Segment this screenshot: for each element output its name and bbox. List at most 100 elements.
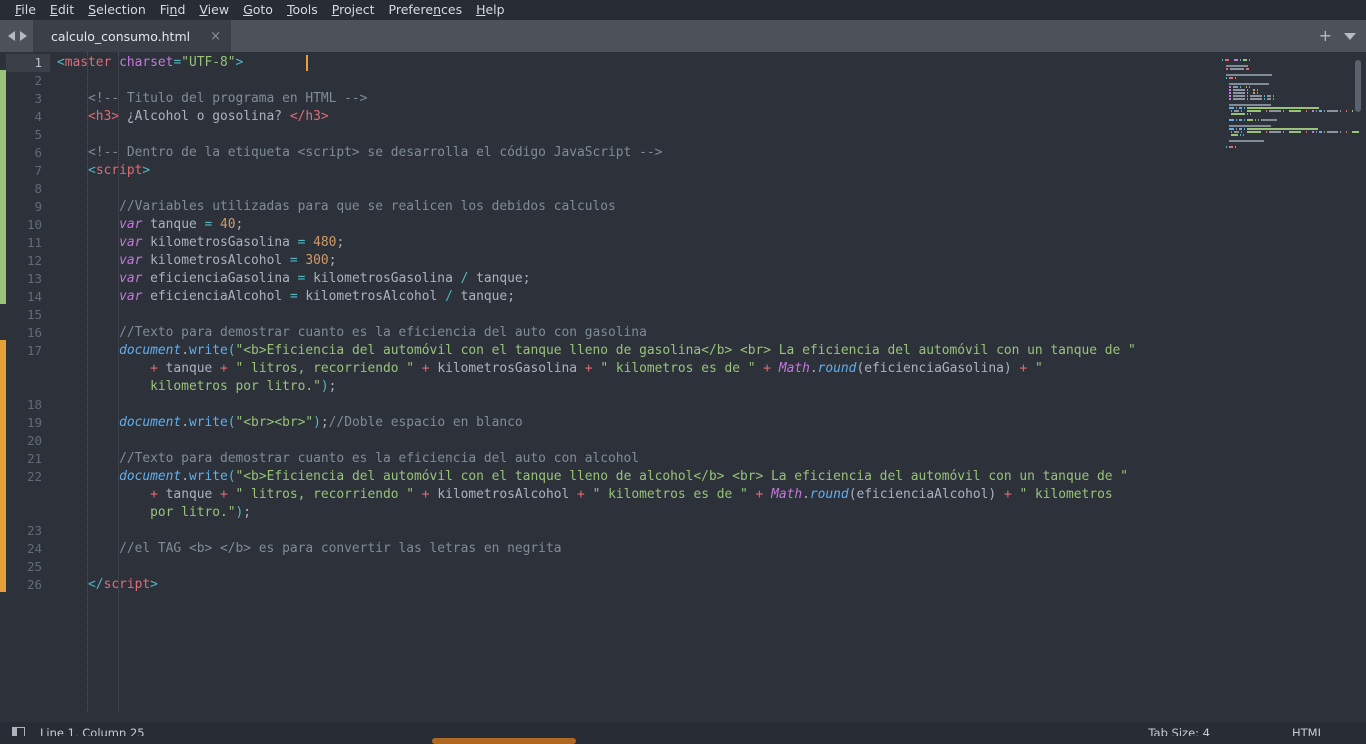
token: </h3> <box>289 109 329 124</box>
code-line[interactable]: var kilometrosAlcohol = 300; <box>50 252 1216 270</box>
token: kilometrosAlcohol <box>429 487 578 502</box>
code-line[interactable]: <h3> ¿Alcohol o gosolina? </h3> <box>50 108 1216 126</box>
token: var <box>119 253 143 268</box>
menu-item-help[interactable]: Help <box>469 0 512 20</box>
tab-navigation <box>0 20 33 52</box>
code-line[interactable]: var tanque = 40; <box>50 216 1216 234</box>
code-line[interactable]: document.write("<br><br>");//Doble espac… <box>50 414 1216 432</box>
token: + <box>421 361 430 376</box>
line-number: 2 <box>34 73 42 88</box>
code-line[interactable] <box>50 126 1216 144</box>
code-line[interactable]: //Texto para demostrar cuanto es la efic… <box>50 450 1216 468</box>
tab-calculo-consumo-html[interactable]: calculo_consumo.html × <box>33 20 232 52</box>
token: "<br><br>" <box>235 415 314 430</box>
close-icon[interactable]: × <box>210 30 221 43</box>
token: tanque <box>157 487 220 502</box>
code-line[interactable] <box>50 72 1216 90</box>
code-line[interactable]: //Variables utilizadas para que se reali… <box>50 198 1216 216</box>
code-line[interactable]: document.write("<b>Eficiencia del automó… <box>50 342 1216 360</box>
arrow-right-icon[interactable] <box>20 31 27 41</box>
code-line[interactable]: + tanque + " litros, recorriendo " + kil… <box>50 360 1216 378</box>
code-line[interactable]: //Texto para demostrar cuanto es la efic… <box>50 324 1216 342</box>
token: > <box>235 55 244 70</box>
code-line[interactable]: var kilometrosGasolina = 480; <box>50 234 1216 252</box>
code-line[interactable]: kilometros por litro."); <box>50 378 1216 396</box>
token: kilometrosAlcohol <box>297 289 446 304</box>
token: > <box>150 577 158 592</box>
code-line[interactable]: document.write("<b>Eficiencia del automó… <box>50 468 1216 486</box>
token: document <box>119 415 182 430</box>
token: . <box>181 343 189 358</box>
code-line[interactable]: <!-- Dentro de la etiqueta <script> se d… <box>50 144 1216 162</box>
token: document <box>119 469 182 484</box>
menu-item-selection[interactable]: Selection <box>81 0 153 20</box>
code-minimap[interactable] <box>1216 52 1366 722</box>
menu-item-tools[interactable]: Tools <box>280 0 325 20</box>
token: document <box>119 343 182 358</box>
token: <h3> <box>88 109 120 124</box>
token: + <box>584 361 593 376</box>
code-content[interactable]: <master charset="UTF-8"> <!-- Titulo del… <box>50 52 1216 722</box>
code-line[interactable]: <!-- Titulo del programa en HTML --> <box>50 90 1216 108</box>
menu-bar: File Edit Selection Find View Goto Tools Projec… <box>0 0 1366 20</box>
horizontal-scrollbar[interactable] <box>0 736 1366 744</box>
line-number: 6 <box>34 145 42 160</box>
token: + <box>421 487 430 502</box>
token: ; <box>507 289 515 304</box>
token: write <box>188 415 228 430</box>
token: " kilometros es de " <box>600 361 756 376</box>
code-line[interactable] <box>50 180 1216 198</box>
code-line[interactable]: var eficienciaGasolina = kilometrosGasol… <box>50 270 1216 288</box>
code-line[interactable]: <script> <box>50 162 1216 180</box>
line-number-gutter: 1234567891011121314151617001819202122002… <box>6 52 50 722</box>
editor-area: 1234567891011121314151617001819202122002… <box>0 52 1366 722</box>
arrow-left-icon[interactable] <box>8 31 15 41</box>
line-number: 8 <box>34 181 42 196</box>
code-line[interactable]: </script> <box>50 576 1216 594</box>
token: + <box>577 487 585 502</box>
chevron-down-icon[interactable] <box>1344 32 1356 40</box>
token: ) <box>988 487 997 502</box>
code-line[interactable] <box>50 432 1216 450</box>
menu-item-project[interactable]: Project <box>325 0 382 20</box>
token: " litros, recorriendo " <box>235 487 415 502</box>
code-line[interactable]: + tanque + " litros, recorriendo " + kil… <box>50 486 1216 504</box>
menu-item-file[interactable]: File <box>8 0 43 20</box>
new-tab-icon[interactable]: + <box>1319 28 1332 44</box>
code-line[interactable] <box>50 522 1216 540</box>
menu-item-preferences[interactable]: Preferences <box>382 0 470 20</box>
menu-item-goto[interactable]: Goto <box>236 0 280 20</box>
menu-item-edit[interactable]: Edit <box>43 0 81 20</box>
token: por litro." <box>150 505 236 520</box>
minimap-line <box>1222 145 1362 148</box>
menu-item-view[interactable]: View <box>192 0 236 20</box>
code-line[interactable]: <master charset="UTF-8"> <box>50 54 1216 72</box>
code-line[interactable]: var eficienciaAlcohol = kilometrosAlcoho… <box>50 288 1216 306</box>
menu-item-find[interactable]: Find <box>153 0 193 20</box>
horizontal-scrollbar-thumb[interactable] <box>432 738 576 744</box>
token: / <box>445 289 453 304</box>
code-line[interactable]: por litro."); <box>50 504 1216 522</box>
code-line[interactable] <box>50 558 1216 576</box>
token: ; <box>336 235 345 250</box>
line-number: 18 <box>26 397 42 412</box>
token: //Texto para demostrar cuanto es la efic… <box>119 451 640 466</box>
minimap-scrollbar[interactable] <box>1355 60 1361 112</box>
token: kilometrosAlcohol <box>142 253 290 268</box>
code-line[interactable] <box>50 396 1216 414</box>
token: ) <box>313 415 321 430</box>
code-line[interactable] <box>50 306 1216 324</box>
code-line[interactable]: //el TAG <b> </b> es para convertir las … <box>50 540 1216 558</box>
token: round <box>817 361 857 376</box>
